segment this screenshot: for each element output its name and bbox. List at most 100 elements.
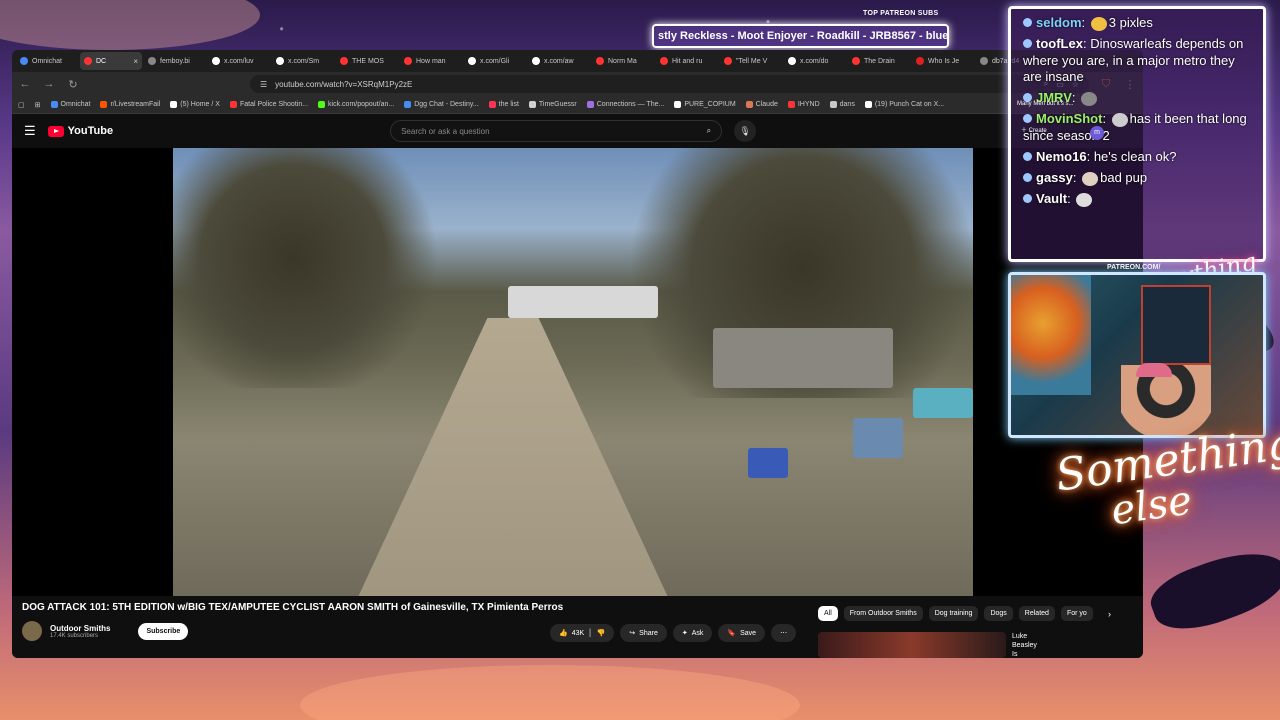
microphone-icon[interactable]: 🎙 — [734, 120, 757, 142]
bookmark-label: (5) Home / X — [180, 101, 220, 108]
trailer — [508, 286, 658, 318]
hamburger-menu-icon[interactable]: ☰ — [24, 123, 36, 139]
chat-colon: : — [1067, 191, 1075, 207]
forward-icon[interactable]: → — [42, 78, 56, 90]
blue-crate — [748, 448, 788, 478]
recommendation-chips: All From Outdoor Smiths Dog training Dogs Re… — [818, 606, 1093, 621]
bookmark-favicon-icon — [229, 101, 237, 108]
browser-tab[interactable]: DC × — [80, 52, 142, 70]
apps-icon[interactable]: ⊞ — [35, 101, 41, 109]
tab-label: Who Is Je — [928, 57, 960, 65]
youtube-logo[interactable]: YouTube — [47, 125, 113, 137]
bookmark-item[interactable]: IHYND — [787, 101, 820, 108]
chat-now-playing: Many Men but it's s... — [1017, 101, 1074, 107]
bookmark-item[interactable]: kick.com/popout/an... — [318, 101, 394, 108]
like-button[interactable]: 👍 43K │ 👎 — [550, 624, 615, 642]
stream-chat: seldom: 3 pixles toofLex: Dinoswarleafs d… — [1008, 6, 1266, 262]
browser-tab[interactable]: Norm Ma — [592, 52, 654, 70]
reload-icon[interactable]: ↻ — [66, 78, 80, 91]
bookmark-item[interactable]: (5) Home / X — [170, 101, 220, 108]
tab-label: x.com/Gli — [480, 57, 510, 65]
bookmark-item[interactable]: Claude — [745, 101, 778, 108]
filter-chip[interactable]: Related — [1018, 606, 1055, 621]
bookmark-item[interactable]: TimeGuessr — [528, 101, 577, 108]
chips-next-icon[interactable]: › — [1108, 609, 1111, 619]
recommended-thumbnail[interactable] — [818, 632, 1006, 658]
bookmark-label: r/LivestreamFail — [110, 101, 161, 108]
browser-tab[interactable]: femboy.bi — [144, 52, 206, 70]
tab-favicon-icon — [212, 57, 220, 65]
create-button[interactable]: ＋ Create — [1021, 125, 1047, 134]
video-player[interactable] — [12, 148, 1143, 596]
sidebar-icon[interactable]: ▢ — [18, 101, 25, 109]
address-bar-row: ← → ↻ ☰ youtube.com/watch?v=XSRqM1Py2zE … — [12, 72, 1143, 96]
share-button[interactable]: ↪ Share — [620, 624, 667, 642]
close-tab-icon[interactable]: × — [133, 57, 138, 66]
bookmark-label: the list — [498, 101, 519, 108]
subscribe-button[interactable]: Subscribe — [138, 622, 189, 640]
browser-tab[interactable]: Omnichat — [16, 52, 78, 70]
bookmark-label: dans — [839, 101, 855, 108]
recommended-video[interactable]: Luke Beasley Is Finally Starting To Wake… — [818, 632, 1037, 658]
action-buttons: 👍 43K │ 👎 ↪ Share ✦ Ask 🔖 Save ⋯ — [550, 624, 797, 642]
bookmark-favicon-icon — [674, 101, 682, 108]
browser-tab[interactable]: x.com/Sm — [272, 52, 334, 70]
filter-chip[interactable]: Dogs — [984, 606, 1013, 621]
filter-chip[interactable]: Dog training — [928, 606, 979, 621]
tab-label: Hit and ru — [672, 57, 703, 65]
browser-tab[interactable]: How man — [400, 52, 462, 70]
thumbs-down-icon[interactable]: 👎 — [597, 629, 606, 637]
bookmark-item[interactable]: dans — [829, 101, 855, 108]
video-frame[interactable] — [173, 148, 973, 596]
browser-window: Omnichat DC × femboy.bi x.com/luv x.com/Sm THE… — [12, 50, 1143, 658]
chat-username[interactable]: toofLex — [1036, 36, 1083, 51]
channel-avatar[interactable] — [22, 621, 42, 641]
tab-favicon-icon — [788, 57, 796, 65]
browser-tab[interactable]: x.com/Gli — [464, 52, 526, 70]
chat-username[interactable]: gassy — [1036, 170, 1073, 185]
browser-tab[interactable]: THE MOS — [336, 52, 398, 70]
bookmark-item[interactable]: (19) Punch Cat on X... — [864, 101, 944, 108]
bookmark-favicon-icon — [318, 101, 326, 108]
bookmark-item[interactable]: the list — [488, 101, 519, 108]
search-input[interactable]: Search or ask a question ⌕ — [390, 120, 723, 142]
chat-text: 3 pixles — [1108, 15, 1153, 30]
bookmark-item[interactable]: Connections — The... — [586, 101, 664, 108]
tab-bar: Omnichat DC × femboy.bi x.com/luv x.com/Sm THE… — [12, 50, 1143, 72]
site-info-icon[interactable]: ☰ — [260, 80, 267, 89]
chat-username[interactable]: Nemo16 — [1036, 149, 1087, 164]
tab-label: x.com/Sm — [288, 57, 320, 65]
bookmark-item[interactable]: Omnichat — [50, 101, 90, 108]
filter-chip[interactable]: From Outdoor Smiths — [843, 606, 923, 621]
create-label: Create — [1028, 128, 1047, 134]
chat-user-icon[interactable]: m — [1090, 126, 1104, 140]
filter-chip[interactable]: All — [818, 606, 838, 621]
browser-tab[interactable]: x.com/do — [784, 52, 846, 70]
bookmark-item[interactable]: r/LivestreamFail — [100, 101, 160, 108]
browser-tab[interactable]: Who Is Je — [912, 52, 974, 70]
address-bar[interactable]: ☰ youtube.com/watch?v=XSRqM1Py2zE ⌕ ▭ ☆ — [250, 75, 1089, 93]
more-actions-button[interactable]: ⋯ — [771, 624, 797, 642]
bookmark-item[interactable]: PURE_COPIUM — [674, 101, 736, 108]
chat-username[interactable]: seldom — [1036, 15, 1082, 30]
browser-tab[interactable]: x.com/luv — [208, 52, 270, 70]
browser-tab[interactable]: The Drain — [848, 52, 910, 70]
chat-message: gassy: bad pup — [1023, 170, 1251, 186]
tree — [173, 148, 453, 388]
back-icon[interactable]: ← — [18, 78, 32, 90]
chat-username[interactable]: MovinShot — [1036, 111, 1102, 126]
search-icon[interactable]: ⌕ — [707, 126, 711, 136]
browser-tab[interactable]: "Tell Me V — [720, 52, 782, 70]
chat-emote-icon — [1082, 171, 1099, 186]
filter-chip[interactable]: For yo — [1060, 606, 1093, 621]
channel-name[interactable]: Outdoor Smiths — [50, 624, 110, 633]
recommended-title[interactable]: Luke Beasley Is Finally Starting To Wake… — [1012, 632, 1037, 658]
bookmark-item[interactable]: Fatal Police Shootin... — [229, 101, 308, 108]
chat-username[interactable]: Vault — [1036, 191, 1067, 206]
thumbs-up-icon: 👍 — [559, 630, 568, 637]
browser-tab[interactable]: x.com/aw — [528, 52, 590, 70]
ask-button[interactable]: ✦ Ask — [672, 624, 713, 642]
bookmark-item[interactable]: Dgg Chat - Destiny... — [404, 101, 479, 108]
save-button[interactable]: 🔖 Save — [718, 624, 766, 642]
browser-tab[interactable]: Hit and ru — [656, 52, 718, 70]
